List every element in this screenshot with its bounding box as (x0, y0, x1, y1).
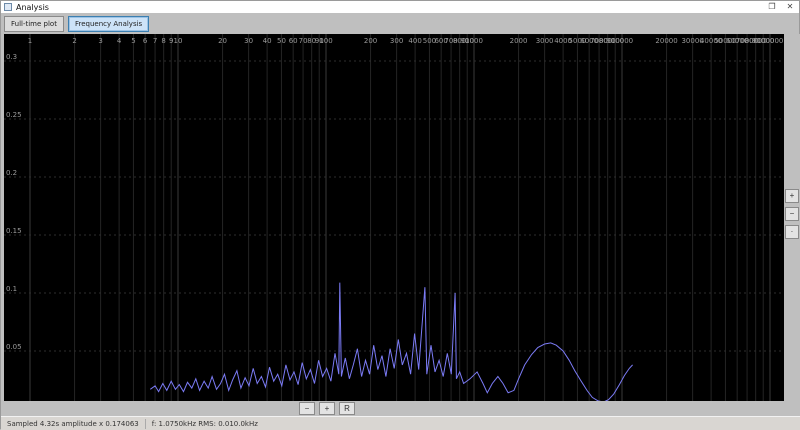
svg-text:400: 400 (408, 37, 421, 45)
status-sample-info: Sampled 4.32s amplitude x 0.174063 (7, 419, 139, 428)
svg-text:2: 2 (72, 37, 76, 45)
svg-text:6: 6 (143, 37, 148, 45)
svg-text:3000: 3000 (536, 37, 554, 45)
svg-text:10000: 10000 (611, 37, 633, 45)
svg-text:30: 30 (244, 37, 253, 45)
svg-text:0.3: 0.3 (6, 53, 17, 61)
title-bar: Analysis ❐ ✕ (1, 1, 799, 13)
spectrum-chart: 1 2 3 4 5 6 7 8 9 10 20 30 40 50 60 70 8090100 200 300 400 5… (4, 34, 784, 401)
vertical-zoom-reset-button[interactable]: · (785, 225, 799, 239)
full-time-plot-button[interactable]: Full-time plot (4, 15, 64, 32)
svg-text:20: 20 (218, 37, 227, 45)
status-bar: Sampled 4.32s amplitude x 0.174063 f: 1.… (1, 416, 800, 430)
status-cursor-info: f: 1.0750kHz RMS: 0.010.0kHz (151, 419, 258, 428)
restore-button[interactable]: ❐ (763, 1, 781, 13)
svg-text:0.05: 0.05 (6, 343, 22, 351)
svg-text:100: 100 (319, 37, 332, 45)
svg-text:300: 300 (390, 37, 403, 45)
svg-text:0.2: 0.2 (6, 169, 17, 177)
svg-text:20000: 20000 (655, 37, 677, 45)
svg-text:40: 40 (263, 37, 272, 45)
window-title: Analysis (16, 2, 49, 12)
svg-text:4: 4 (117, 37, 122, 45)
svg-text:3: 3 (98, 37, 102, 45)
svg-text:1: 1 (28, 37, 32, 45)
zoom-reset-button[interactable]: R (339, 402, 355, 415)
svg-text:60: 60 (289, 37, 298, 45)
toolbar: Full-time plot Frequency Analysis (1, 13, 799, 34)
bottom-control-strip: − + R (1, 401, 800, 416)
svg-text:0.15: 0.15 (6, 227, 22, 235)
svg-text:70: 70 (299, 37, 308, 45)
app-icon (4, 3, 12, 11)
right-control-strip: + − · (784, 34, 800, 401)
svg-text:0.1: 0.1 (6, 285, 17, 293)
vertical-zoom-in-button[interactable]: + (785, 189, 799, 203)
spectrum-plot-area[interactable]: 1 2 3 4 5 6 7 8 9 10 20 30 40 50 60 70 80 90 100 200 300 400 5… (4, 34, 784, 401)
frequency-analysis-button[interactable]: Frequency Analysis (67, 15, 150, 32)
svg-text:8: 8 (161, 37, 165, 45)
svg-text:1000: 1000 (465, 37, 483, 45)
svg-text:7: 7 (153, 37, 157, 45)
svg-text:200: 200 (364, 37, 377, 45)
close-button[interactable]: ✕ (781, 1, 799, 13)
horizontal-zoom-out-button[interactable]: − (299, 402, 315, 415)
horizontal-zoom-in-button[interactable]: + (319, 402, 335, 415)
svg-text:2000: 2000 (510, 37, 528, 45)
svg-text:0.25: 0.25 (6, 111, 22, 119)
vertical-zoom-out-button[interactable]: − (785, 207, 799, 221)
svg-text:10: 10 (174, 37, 183, 45)
svg-text:100000: 100000 (757, 37, 784, 45)
svg-text:50: 50 (277, 37, 286, 45)
svg-text:5: 5 (131, 37, 135, 45)
analysis-window: Analysis ❐ ✕ Full-time plot Frequency An… (0, 0, 800, 430)
